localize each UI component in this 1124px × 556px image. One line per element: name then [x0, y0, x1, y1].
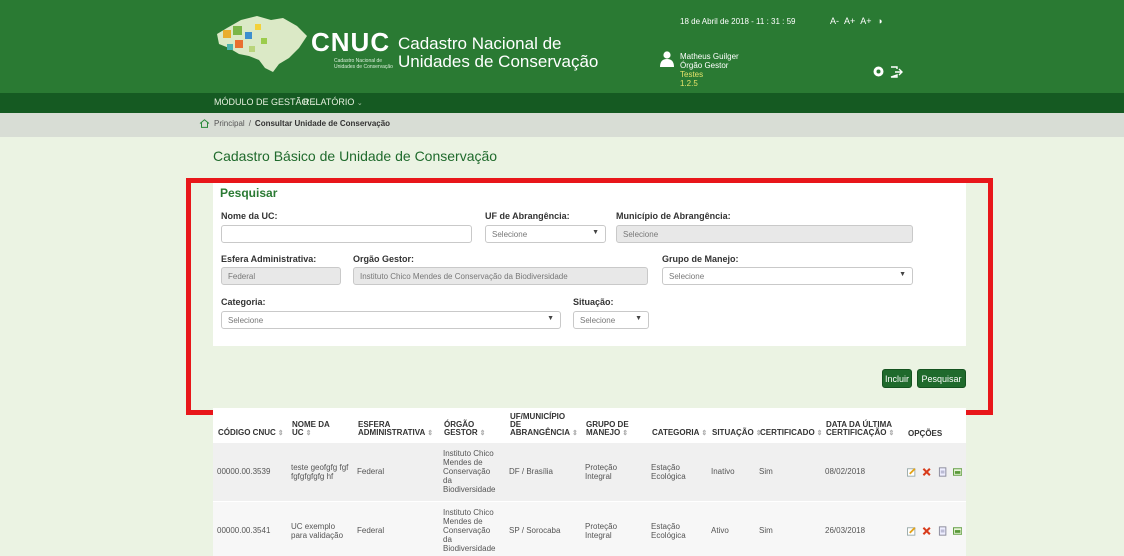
breadcrumb-bar: Principal / Consultar Unidade de Conserv… — [0, 113, 1124, 137]
site-title-line2: Unidades de Conservação — [398, 52, 599, 71]
cell-orgao: Instituto Chico Mendes de Conservação da… — [439, 500, 505, 556]
table-row[interactable]: 00000.00.3539 teste geofgfg fgf fgfgfgfg… — [213, 441, 966, 501]
site-title-line1: Cadastro Nacional de — [398, 34, 562, 53]
col-uf-header[interactable]: UF/MUNICÍPIO DE ABRANGÊNCIA ⇕ — [505, 408, 581, 442]
app-version: 1.2.5 — [680, 79, 698, 88]
cell-uf: SP / Sorocaba — [505, 500, 581, 556]
edit-icon[interactable] — [907, 467, 916, 477]
edit-icon[interactable] — [907, 526, 916, 536]
breadcrumb-current: Consultar Unidade de Conservação — [254, 119, 391, 128]
site-header: CNUC Cadastro Nacional de Unidades de Co… — [0, 0, 1124, 93]
user-role: Órgão Gestor — [680, 61, 729, 70]
main-menu: MÓDULO DE GESTÃO ⌄ RELATÓRIO ⌄ — [0, 93, 1124, 113]
document-icon[interactable] — [938, 526, 947, 536]
cell-orgao: Instituto Chico Mendes de Conservação da… — [439, 441, 505, 501]
cell-opcoes — [903, 441, 966, 501]
menu-modulo-gestao-label: MÓDULO DE GESTÃO — [214, 97, 309, 107]
contrast-icon[interactable]: ◑ — [877, 16, 882, 26]
cell-codigo: 00000.00.3541 — [213, 500, 287, 556]
menu-relatorio-label: RELATÓRIO — [303, 97, 355, 107]
logout-icon[interactable] — [890, 66, 903, 78]
cell-nome: teste geofgfg fgf fgfgfgfgfg hf — [287, 441, 353, 501]
breadcrumb: Principal / Consultar Unidade de Conserv… — [199, 119, 390, 128]
header-actions — [873, 66, 903, 78]
document-icon[interactable] — [938, 466, 947, 477]
highlight-box — [186, 178, 993, 415]
table-header-row: CÓDIGO CNUC ⇕ NOME DA UC ⇕ ESFERA ADMINIST… — [213, 408, 966, 442]
font-decrease-button[interactable]: A- — [830, 16, 839, 26]
col-situacao-header[interactable]: SITUAÇÃO ⇕ — [707, 408, 762, 442]
delete-icon[interactable] — [922, 467, 931, 477]
home-icon[interactable] — [199, 119, 210, 128]
cell-grupo: Proteção Integral — [581, 500, 647, 556]
cell-situacao: Ativo — [707, 500, 755, 556]
user-org: Testes — [680, 70, 704, 79]
font-reset-button[interactable]: A+ — [860, 16, 871, 26]
breadcrumb-separator: / — [248, 119, 251, 128]
col-nome-header[interactable]: NOME DA UC ⇕ — [287, 408, 353, 442]
col-orgao-header[interactable]: ÓRGÃO GESTOR ⇕ — [439, 408, 505, 442]
user-icon — [660, 51, 674, 67]
brazil-map-logo-icon — [217, 16, 307, 72]
user-name: Matheus Guilger — [680, 52, 739, 61]
cell-esfera: Federal — [353, 441, 439, 501]
col-grupo-header[interactable]: GRUPO DE MANEJO ⇕ — [581, 408, 647, 442]
certificate-icon[interactable] — [952, 467, 962, 477]
cell-certificado: Sim — [755, 500, 821, 556]
cell-data: 26/03/2018 — [821, 500, 903, 556]
breadcrumb-home[interactable]: Principal — [214, 119, 245, 128]
col-certificado-header[interactable]: CERTIFICADO ⇕ — [755, 408, 823, 442]
delete-icon[interactable] — [922, 526, 931, 536]
cell-data: 08/02/2018 — [821, 441, 903, 501]
col-data-header[interactable]: DATA DA ÚLTIMA CERTIFICAÇÃO ⇕ — [821, 408, 903, 442]
page-title: Cadastro Básico de Unidade de Conservaçã… — [213, 148, 498, 164]
cell-nome: UC exemplo para validação — [287, 500, 353, 556]
cell-opcoes — [903, 500, 966, 556]
table-row[interactable]: 00000.00.3541 UC exemplo para validação … — [213, 500, 966, 556]
cell-situacao: Inativo — [707, 441, 755, 501]
brand-logo-text[interactable]: CNUC — [311, 27, 390, 58]
cell-esfera: Federal — [353, 500, 439, 556]
col-categoria-header[interactable]: CATEGORIA ⇕ — [647, 408, 707, 442]
cell-grupo: Proteção Integral — [581, 441, 647, 501]
user-info: Matheus Guilger Órgão Gestor Testes 1.2.… — [680, 52, 739, 88]
results-table: CÓDIGO CNUC ⇕ NOME DA UC ⇕ ESFERA ADMINIST… — [213, 408, 966, 556]
site-title: Cadastro Nacional de Unidades de Conserv… — [398, 35, 598, 71]
menu-relatorio[interactable]: RELATÓRIO ⌄ — [303, 97, 363, 107]
col-codigo-header[interactable]: CÓDIGO CNUC ⇕ — [213, 408, 287, 442]
col-opcoes-header: OPÇÕES — [903, 408, 966, 442]
cell-categoria: Estação Ecológica — [647, 441, 707, 501]
menu-modulo-gestao[interactable]: MÓDULO DE GESTÃO ⌄ — [214, 97, 317, 107]
font-size-controls: A- A+ A+ ◑ — [830, 16, 886, 26]
font-increase-button[interactable]: A+ — [844, 16, 855, 26]
cell-certificado: Sim — [755, 441, 821, 501]
certificate-icon[interactable] — [952, 526, 962, 536]
current-datetime: 18 de Abril de 2018 - 11 : 31 : 59 — [680, 17, 796, 26]
cell-uf: DF / Brasília — [505, 441, 581, 501]
chevron-down-icon: ⌄ — [356, 100, 363, 107]
settings-icon[interactable] — [873, 66, 884, 77]
cell-codigo: 00000.00.3539 — [213, 441, 287, 501]
col-esfera-header[interactable]: ESFERA ADMINISTRATIVA ⇕ — [353, 408, 439, 442]
cell-categoria: Estação Ecológica — [647, 500, 707, 556]
brand-subtitle: Cadastro Nacional de Unidades de Conserv… — [334, 58, 393, 70]
